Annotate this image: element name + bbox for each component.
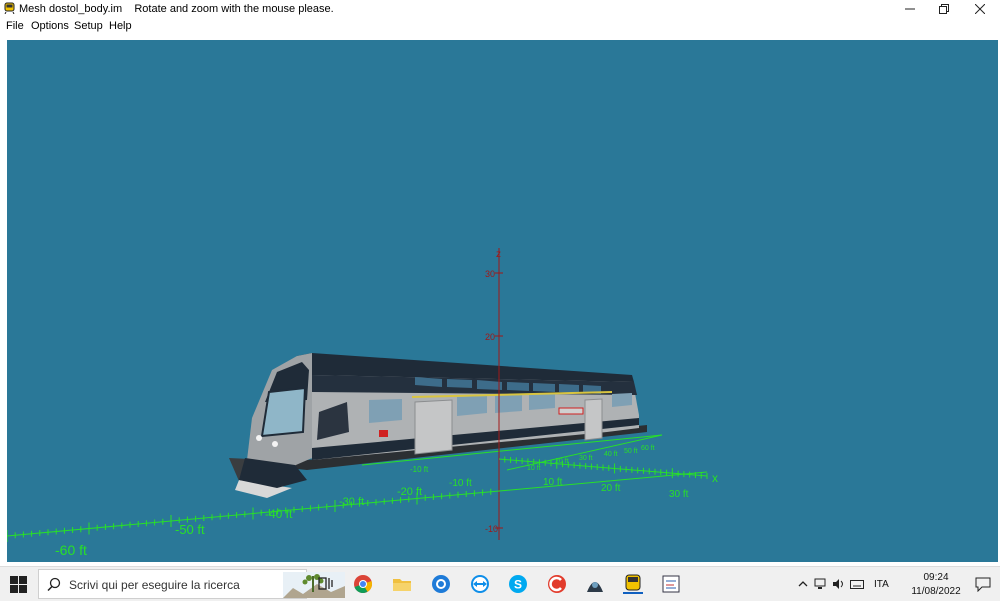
z-tick-label: 30 [485, 269, 495, 279]
app-dark-icon[interactable] [582, 572, 608, 596]
x-axis-label: x [712, 471, 718, 485]
y-tick-label: -30 ft [339, 496, 364, 508]
taskbar: Scrivi qui per eseguire la ricerca S ITA… [0, 566, 1000, 601]
z-tick-label: -10 [485, 524, 498, 534]
x-back-tick-label: 30 ft [579, 455, 593, 462]
app-blue-icon[interactable] [428, 572, 454, 596]
x-back-tick-label: 50 ft [624, 448, 638, 455]
x-tick-label: 20 ft [601, 483, 621, 494]
menu-help[interactable]: Help [109, 20, 132, 32]
x-back-tick-label: 60 ft [641, 445, 655, 452]
y-back-tick-label: -10 ft [410, 465, 429, 474]
notification-icon[interactable] [975, 577, 991, 592]
chevron-up-icon[interactable] [796, 578, 810, 590]
keyboard-icon[interactable] [850, 578, 864, 590]
menu-file[interactable]: File [6, 20, 24, 32]
close-button[interactable] [963, 0, 997, 17]
y-tick-label: -50 ft [175, 522, 205, 537]
clock-time[interactable]: 09:24 [910, 572, 962, 583]
editor-app-icon[interactable] [658, 572, 684, 596]
svg-text:S: S [514, 578, 522, 592]
title-bar: Mesh dostol_body.im Rotate and zoom with… [0, 0, 1000, 17]
restore-icon [939, 3, 949, 14]
skype-icon[interactable]: S [505, 572, 531, 596]
x-back-tick-label: 40 ft [604, 451, 618, 458]
network-icon[interactable] [814, 578, 828, 590]
y-tick-label: -20 ft [397, 486, 422, 498]
z-tick-label: 20 [485, 332, 495, 342]
system-tray: ITA 09:24 11/08/2022 [790, 567, 1000, 601]
teamviewer-icon[interactable] [467, 572, 493, 596]
search-box[interactable]: Scrivi qui per eseguire la ricerca [38, 569, 345, 599]
train-app-icon[interactable] [620, 572, 646, 596]
x-back-tick-label: 20 ft [555, 458, 569, 465]
close-icon [974, 3, 986, 15]
windows-start-icon[interactable] [10, 576, 27, 593]
x-back-tick-label: 10 ft [527, 465, 541, 472]
minimize-button[interactable] [893, 0, 927, 17]
minimize-icon [905, 8, 915, 10]
chrome-icon[interactable] [350, 572, 376, 596]
window-title-text: Mesh dostol_body.im [19, 3, 123, 15]
search-icon [47, 577, 61, 591]
window-hint: Rotate and zoom with the mouse please. [134, 3, 334, 15]
z-axis-label: z [496, 249, 501, 260]
clock-date[interactable]: 11/08/2022 [902, 586, 970, 597]
3d-viewport[interactable]: z x 30 20 -10 10 ft 20 ft 30 ft -10 ft -… [7, 40, 998, 562]
task-view-icon[interactable] [312, 572, 338, 596]
menu-setup[interactable]: Setup [74, 20, 103, 32]
file-explorer-icon[interactable] [389, 572, 415, 596]
y-tick-label: -10 ft [449, 478, 472, 489]
railcar-model [229, 353, 647, 498]
search-placeholder: Scrivi qui per eseguire la ricerca [69, 578, 240, 592]
ccleaner-icon[interactable] [544, 572, 570, 596]
x-tick-label: 30 ft [669, 489, 689, 500]
volume-icon[interactable] [832, 578, 846, 590]
window-title: Mesh dostol_body.im Rotate and zoom with… [19, 3, 334, 15]
menu-bar: File Options Setup Help [0, 17, 1000, 34]
x-tick-label: 10 ft [543, 477, 563, 488]
y-tick-label: -60 ft [55, 542, 87, 558]
language-indicator[interactable]: ITA [874, 579, 889, 590]
restore-button[interactable] [927, 0, 961, 17]
train-app-icon [4, 2, 15, 14]
menu-options[interactable]: Options [31, 20, 69, 32]
y-tick-label: -40 ft [265, 507, 293, 521]
